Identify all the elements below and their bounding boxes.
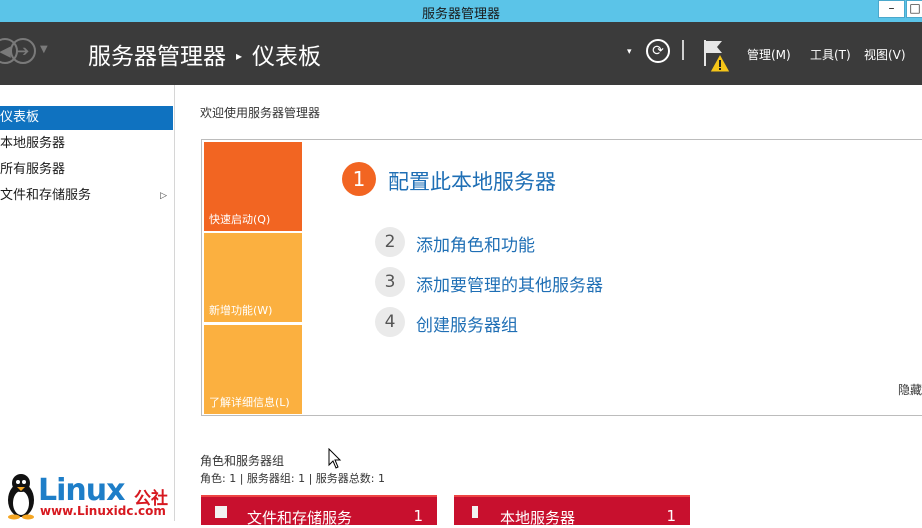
mouse-cursor-icon <box>328 448 342 469</box>
step-link-create-group[interactable]: 创建服务器组 <box>416 311 518 336</box>
sidebar: 仪表板 本地服务器 所有服务器 文件和存储服务 ▷ <box>0 85 175 521</box>
tile-quick-start[interactable]: 快速启动(Q) <box>204 142 302 231</box>
window-title: 服务器管理器 <box>421 7 500 22</box>
role-card-name: 本地服务器 <box>500 509 576 527</box>
menu-view[interactable]: 视图(V) <box>864 46 906 63</box>
step-link-add-roles[interactable]: 添加角色和功能 <box>416 231 535 256</box>
step-number-badge: 4 <box>375 307 405 337</box>
breadcrumb: 服务器管理器 ▸ 仪表板 <box>88 37 321 71</box>
watermark-logo: Linux <box>38 473 125 508</box>
tile-learn-more[interactable]: 了解详细信息(L) <box>204 325 302 414</box>
header-bar: ◀ ➔ ▼ 服务器管理器 ▸ 仪表板 ▾ ⟳ 管理(M) 工具(T) 视图(V) <box>0 22 922 85</box>
sidebar-item-dashboard[interactable]: 仪表板 <box>0 106 173 130</box>
quickstart-panel: 快速启动(Q) 新增功能(W) 了解详细信息(L) 1 配置此本地服务器 2 添… <box>201 139 922 416</box>
sidebar-item-local-server[interactable]: 本地服务器 <box>0 132 173 156</box>
minimize-button[interactable]: – <box>878 0 905 18</box>
maximize-button[interactable]: □ <box>906 0 922 18</box>
tile-whats-new[interactable]: 新增功能(W) <box>204 233 302 322</box>
header-divider <box>682 40 684 60</box>
watermark-url: www.Linuxidc.com <box>40 504 166 518</box>
tile-label: 快速启动(Q) <box>209 213 271 226</box>
menu-tools[interactable]: 工具(T) <box>810 46 851 63</box>
tile-label: 新增功能(W) <box>209 304 273 317</box>
step-link-configure-local-server[interactable]: 配置此本地服务器 <box>388 166 556 196</box>
notification-flag-icon[interactable] <box>702 38 732 74</box>
sidebar-item-label: 文件和存储服务 <box>0 188 92 203</box>
forward-arrow-icon[interactable]: ➔ <box>10 38 36 64</box>
server-icon <box>472 506 478 518</box>
breadcrumb-page: 仪表板 <box>252 44 322 70</box>
sidebar-item-file-storage[interactable]: 文件和存储服务 ▷ <box>0 184 173 208</box>
refresh-icon[interactable]: ⟳ <box>646 39 670 63</box>
expand-arrow-icon[interactable]: ▷ <box>160 184 167 208</box>
breadcrumb-app[interactable]: 服务器管理器 <box>88 44 226 70</box>
roles-summary: 角色: 1 | 服务器组: 1 | 服务器总数: 1 <box>200 472 386 485</box>
header-dropdown-icon[interactable]: ▾ <box>627 47 632 57</box>
step-number-badge: 2 <box>375 227 405 257</box>
hide-link[interactable]: 隐藏 <box>898 381 922 398</box>
watermark: Linux 公社 www.Linuxidc.com <box>0 470 180 521</box>
role-card-name: 文件和存储服务 <box>247 509 353 527</box>
role-card-count: 1 <box>666 507 676 525</box>
sidebar-item-all-servers[interactable]: 所有服务器 <box>0 158 173 182</box>
menu-manage[interactable]: 管理(M) <box>747 46 791 63</box>
step-number-badge: 1 <box>342 162 376 196</box>
nav-history-dropdown-icon[interactable]: ▼ <box>40 44 48 55</box>
breadcrumb-separator-icon: ▸ <box>236 49 243 63</box>
step-number-badge: 3 <box>375 267 405 297</box>
penguin-logo-icon <box>8 474 34 520</box>
tile-label: 了解详细信息(L) <box>209 396 290 409</box>
role-card-count: 1 <box>413 507 423 525</box>
file-storage-icon <box>215 506 227 518</box>
title-bar: 服务器管理器 – □ <box>0 0 922 22</box>
roles-section-title: 角色和服务器组 <box>200 454 285 468</box>
step-link-add-servers[interactable]: 添加要管理的其他服务器 <box>416 271 603 296</box>
welcome-heading: 欢迎使用服务器管理器 <box>200 106 321 120</box>
